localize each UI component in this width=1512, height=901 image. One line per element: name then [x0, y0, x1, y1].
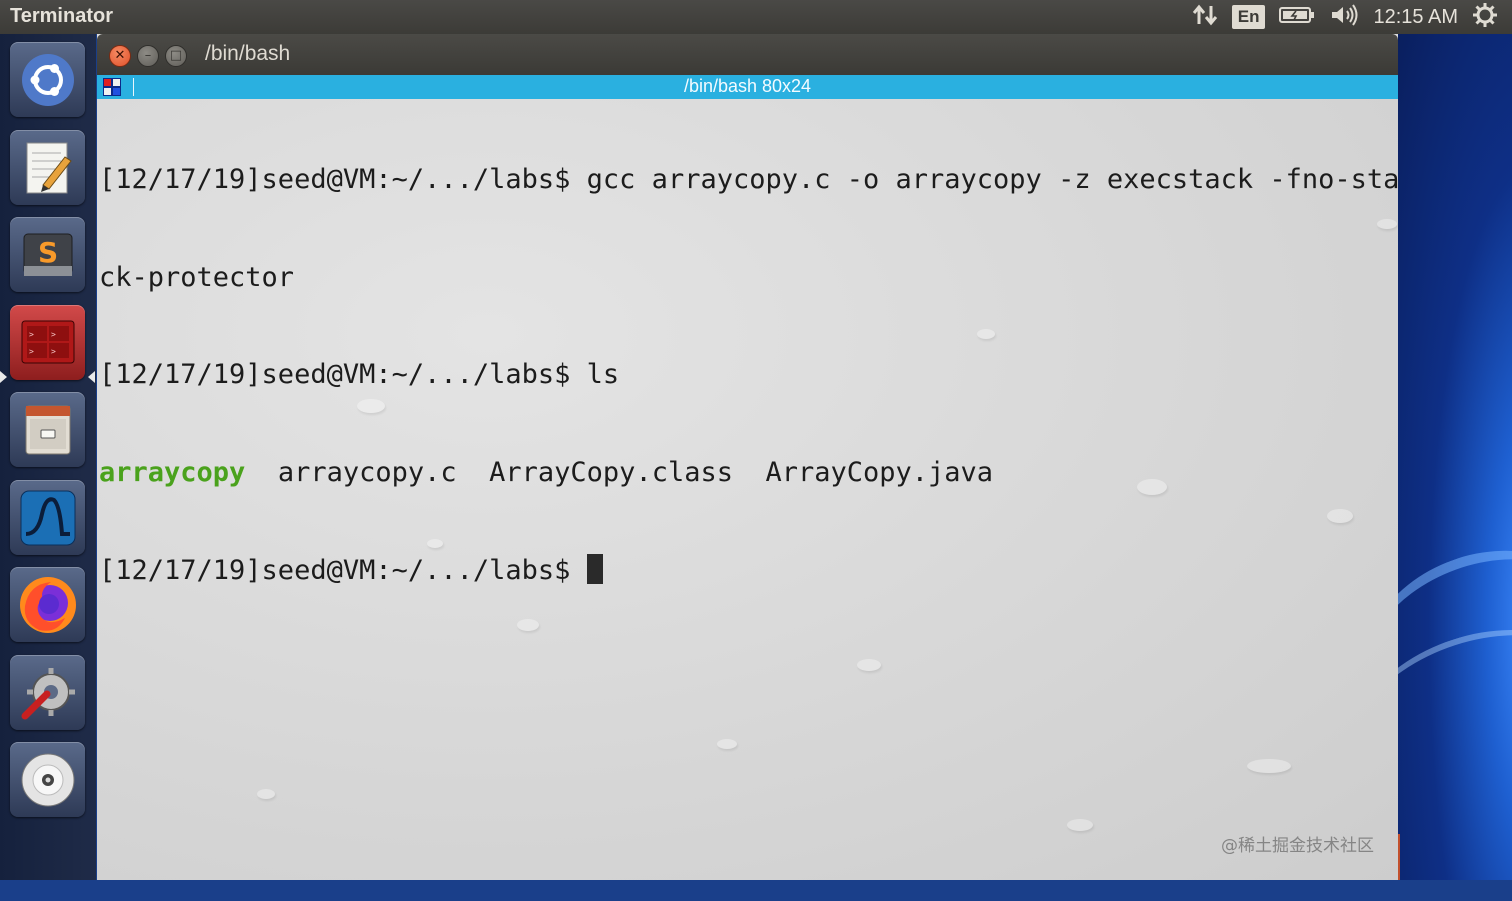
launcher: S > > > >: [0, 34, 96, 880]
svg-text:>: >: [29, 347, 34, 356]
maximize-icon[interactable]: □: [165, 45, 187, 67]
svg-text:>: >: [51, 330, 56, 339]
svg-text:S: S: [38, 236, 58, 269]
network-icon[interactable]: [1192, 3, 1218, 32]
minimize-icon[interactable]: –: [137, 45, 159, 67]
svg-text:>: >: [51, 347, 56, 356]
top-panel: Terminator En 12:15 AM: [0, 0, 1512, 34]
dvd-icon[interactable]: [10, 742, 85, 817]
executable-file: arraycopy: [99, 456, 246, 488]
desktop-wallpaper: [1310, 34, 1512, 901]
watermark: @稀土掘金技术社区: [1221, 836, 1374, 856]
file-manager-icon[interactable]: [10, 392, 85, 467]
firefox-icon[interactable]: [10, 567, 85, 642]
close-icon[interactable]: ✕: [109, 45, 131, 67]
system-settings-icon[interactable]: [10, 655, 85, 730]
window-titlebar[interactable]: ✕ – □ /bin/bash: [97, 34, 1398, 75]
wireshark-icon[interactable]: [10, 480, 85, 555]
terminal-output: [12/17/19]seed@VM:~/.../labs$ gcc arrayc…: [99, 99, 1398, 652]
clock[interactable]: 12:15 AM: [1373, 6, 1458, 29]
text-editor-icon[interactable]: [10, 130, 85, 205]
terminator-window: ✕ – □ /bin/bash /bin/bash 80x24 [12/17/1…: [97, 34, 1398, 880]
sublime-text-icon[interactable]: S: [10, 217, 85, 292]
active-indicator-left: [0, 371, 7, 383]
keyboard-language-indicator[interactable]: En: [1231, 5, 1266, 29]
ls-files: arraycopy.c ArrayCopy.class ArrayCopy.ja…: [245, 456, 994, 488]
ls-output-line: arraycopy arraycopy.c ArrayCopy.class Ar…: [99, 457, 1398, 490]
shell-prompt: [12/17/19]seed@VM:~/.../labs$: [99, 555, 587, 586]
terminal-line: ck-protector: [99, 261, 295, 293]
prompt-line: [12/17/19]seed@VM:~/.../labs$: [99, 554, 1398, 587]
text-cursor: [586, 554, 603, 584]
terminator-icon[interactable]: > > > >: [10, 305, 85, 380]
active-indicator-right: [88, 371, 95, 383]
power-settings-icon[interactable]: [1472, 2, 1498, 33]
terminal-size-title: /bin/bash 80x24: [683, 76, 812, 96]
svg-text:>: >: [29, 330, 34, 339]
app-title: Terminator: [10, 5, 113, 27]
terminal-line: [12/17/19]seed@VM:~/.../labs$ ls: [99, 359, 620, 390]
window-title: /bin/bash: [205, 42, 291, 65]
ubuntu-dash-icon[interactable]: [10, 42, 85, 117]
terminal-title-bar[interactable]: /bin/bash 80x24: [97, 75, 1398, 99]
terminal-area[interactable]: [12/17/19]seed@VM:~/.../labs$ gcc arrayc…: [97, 99, 1398, 880]
system-tray: En 12:15 AM: [1192, 0, 1512, 34]
volume-icon[interactable]: [1329, 3, 1359, 32]
battery-icon[interactable]: [1279, 5, 1315, 30]
terminal-line: [12/17/19]seed@VM:~/.../labs$ gcc arrayc…: [99, 164, 1398, 195]
